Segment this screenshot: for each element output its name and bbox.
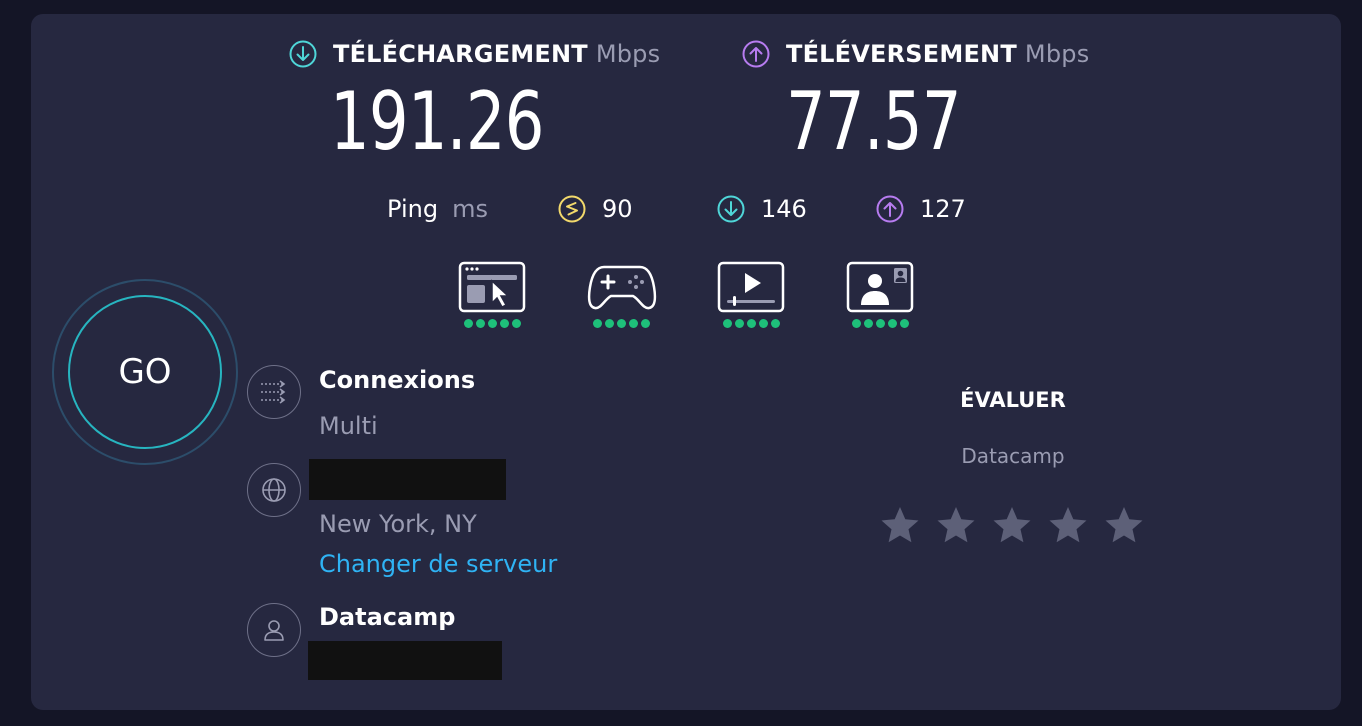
user-icon [264,620,284,641]
ping-download-value: 146 [761,195,807,223]
gaming-controller-icon [587,265,657,310]
globe-icon [262,478,286,502]
activity-rating-dots [845,319,915,328]
upload-label: TÉLÉVERSEMENT [786,40,1017,68]
star-rating [880,505,1144,545]
ping-label: Ping [387,195,439,223]
download-label: TÉLÉCHARGEMENT [333,40,588,68]
ping-label-group: Ping ms [387,195,488,223]
ping-unit: ms [452,195,488,223]
activity-rating-dots [457,319,527,328]
rate-provider: Datacamp [961,444,1065,468]
download-speed-value: 191.26 [330,75,544,168]
video-call-icon [846,261,914,313]
rate-title: ÉVALUER [960,388,1066,412]
star-3-icon[interactable] [992,505,1032,545]
idle-latency-icon [558,195,586,223]
activity-web-browsing[interactable] [457,261,527,328]
server-name-redacted [309,459,506,500]
star-2-icon[interactable] [936,505,976,545]
activity-rating-dots [586,319,656,328]
download-header: TÉLÉCHARGEMENT Mbps [289,40,660,68]
ping-idle: 90 [558,195,633,223]
ping-upload: 127 [876,195,966,223]
star-5-icon[interactable] [1104,505,1144,545]
activity-rating-dots [716,319,786,328]
arrow-up-circle-icon [876,195,904,223]
download-unit: Mbps [595,40,661,68]
ping-upload-value: 127 [920,195,966,223]
ping-idle-value: 90 [602,195,633,223]
globe-icon-wrap [247,463,301,517]
upload-header: TÉLÉVERSEMENT Mbps [742,40,1089,68]
arrow-down-circle-icon [717,195,745,223]
user-icon-wrap [247,603,301,657]
star-1-icon[interactable] [880,505,920,545]
web-browsing-icon [458,261,526,313]
connections-icon [261,380,286,404]
connections-value: Multi [319,412,378,440]
ping-download: 146 [717,195,807,223]
provider-name: Datacamp [319,603,456,631]
connections-icon-wrap [247,365,301,419]
activity-video-streaming[interactable] [716,261,786,328]
change-server-link[interactable]: Changer de serveur [319,550,557,578]
go-button[interactable]: GO [68,295,222,449]
provider-ip-redacted [308,641,502,680]
arrow-up-circle-icon [742,40,770,68]
upload-speed-value: 77.57 [786,75,962,168]
upload-unit: Mbps [1024,40,1090,68]
activity-gaming[interactable] [586,261,657,328]
star-4-icon[interactable] [1048,505,1088,545]
server-location: New York, NY [319,510,477,538]
connections-title: Connexions [319,366,476,394]
video-streaming-icon [717,261,785,313]
arrow-down-circle-icon [289,40,317,68]
activity-video-call[interactable] [845,261,915,328]
